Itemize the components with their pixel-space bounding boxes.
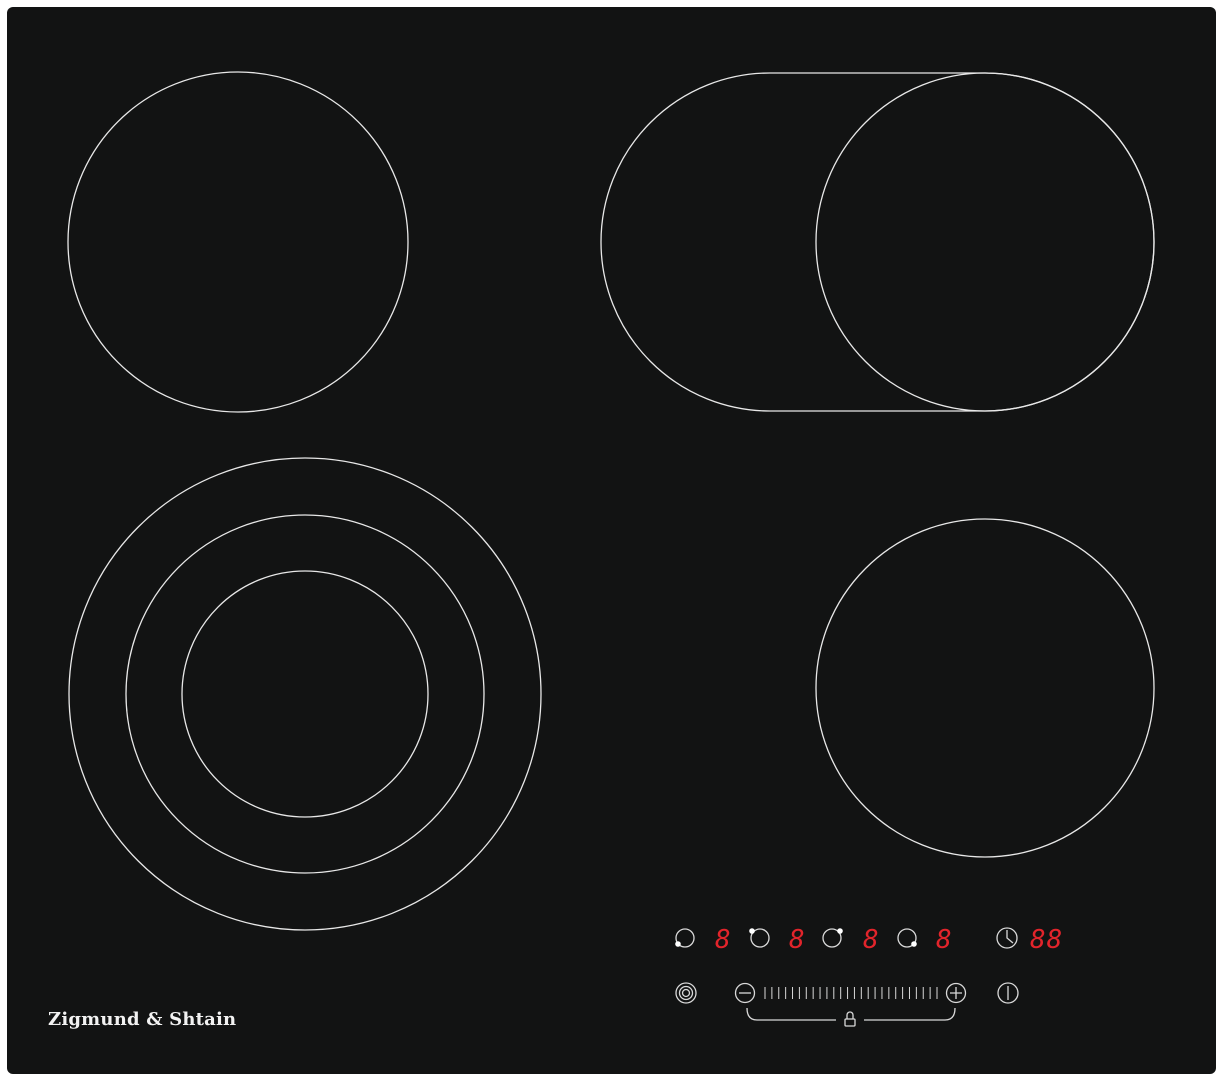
dual-zone-icon[interactable]: [675, 982, 697, 1004]
zone-select-icon[interactable]: [822, 928, 843, 948]
brand-logo: Zigmund & Shtain: [48, 1009, 237, 1030]
lock-bracket: [746, 1007, 956, 1021]
cooktop-drawing: 8 8 8 8 88: [67, 71, 1155, 1027]
zone-display-front-right: 8: [936, 925, 952, 955]
zone-select-icon[interactable]: [749, 928, 770, 948]
zone-display-rear-left: 8: [789, 925, 805, 955]
power-slider[interactable]: [764, 987, 938, 999]
zone-select-icon[interactable]: [675, 928, 695, 948]
lock-icon[interactable]: [844, 1011, 856, 1027]
front-left-zone-inner-ring: [181, 570, 429, 818]
rear-right-zone: [600, 72, 1155, 412]
power-icon[interactable]: [997, 982, 1019, 1004]
rear-right-zone-inner-circle: [815, 72, 1155, 412]
rear-right-zone-outer-outline: [600, 72, 1155, 412]
front-left-zone: [68, 457, 542, 931]
plus-icon[interactable]: [945, 982, 967, 1004]
rear-left-zone: [67, 71, 409, 413]
clock-icon[interactable]: [996, 927, 1018, 949]
front-right-zone: [815, 518, 1155, 858]
front-left-zone-middle-ring: [125, 514, 485, 874]
zone-select-icon[interactable]: [897, 928, 917, 948]
front-left-zone-outer-ring: [68, 457, 542, 931]
zone-display-rear-right: 8: [863, 925, 879, 955]
minus-icon[interactable]: [734, 982, 756, 1004]
timer-display: 88: [1030, 925, 1063, 955]
zone-display-front-left: 8: [715, 925, 731, 955]
